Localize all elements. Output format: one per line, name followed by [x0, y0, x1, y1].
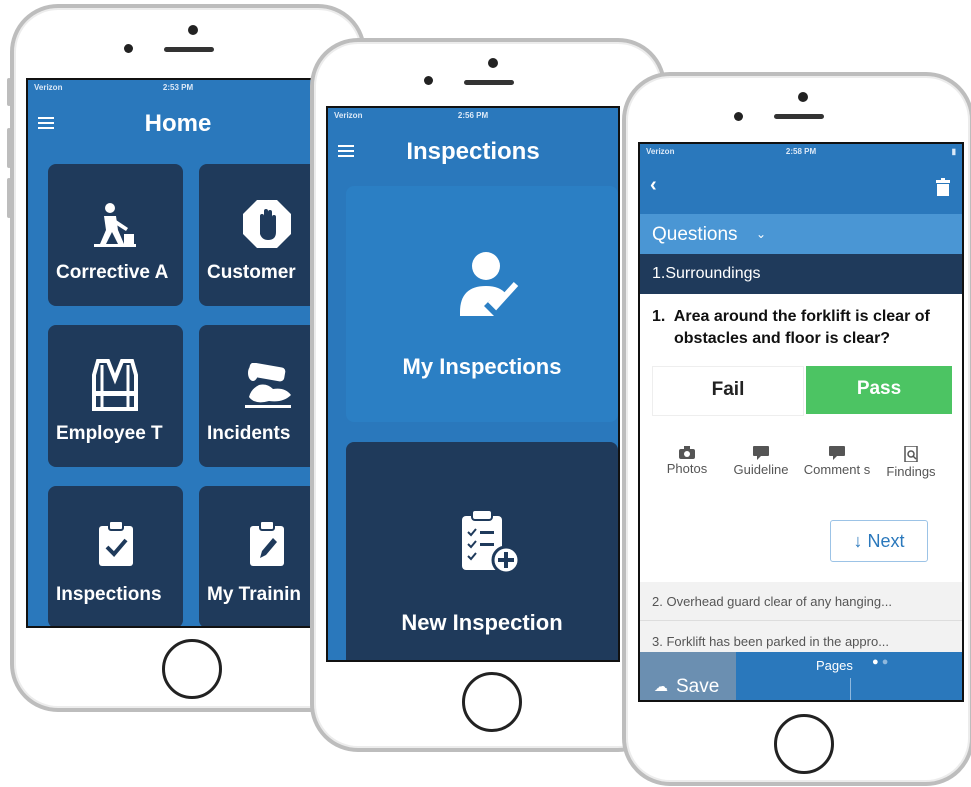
vest-icon	[92, 359, 138, 411]
bottom-bar: ☁ Save Pages ● ●	[640, 652, 962, 700]
save-button[interactable]: ☁ Save	[640, 652, 736, 700]
question-line-1: Area around the forklift is clear of	[673, 308, 930, 325]
back-icon[interactable]: ‹	[650, 174, 657, 197]
tool-label: Guideline	[733, 462, 789, 477]
section-header: 1.Surroundings	[640, 254, 962, 294]
pass-button[interactable]: Pass	[806, 366, 952, 414]
guideline-tool[interactable]: Guideline	[726, 446, 796, 478]
earpiece	[464, 80, 514, 85]
front-camera	[798, 92, 808, 102]
findings-icon	[904, 446, 918, 462]
question-text: 1. Area around the forklift is clear of …	[652, 306, 958, 350]
divider	[640, 620, 962, 621]
photos-tool[interactable]: Photos	[652, 446, 722, 477]
fail-button[interactable]: Fail	[652, 366, 804, 416]
earpiece	[164, 47, 214, 52]
status-bar: Verizon 2:56 PM	[328, 108, 618, 122]
question-line-2: obstacles and floor is clear?	[674, 330, 891, 347]
section-title: 1.Surroundings	[652, 265, 761, 282]
status-time: 2:58 PM	[785, 147, 817, 156]
trash-icon[interactable]	[936, 178, 950, 196]
earpiece	[774, 114, 824, 119]
home-button[interactable]	[162, 639, 222, 699]
page-title: Inspections	[406, 138, 540, 165]
inspections-screen: Verizon 2:56 PM Inspections My Inspectio…	[326, 106, 620, 662]
question-number: 1.	[652, 308, 666, 325]
tile-inspections[interactable]: Inspections	[48, 486, 183, 626]
front-camera	[488, 58, 498, 68]
cloud-upload-icon: ☁	[654, 678, 668, 694]
stop-hand-icon	[243, 200, 291, 248]
tool-label: Comment s	[803, 462, 871, 477]
side-button	[7, 178, 11, 218]
sensor	[424, 76, 433, 85]
home-button[interactable]	[462, 672, 522, 732]
tool-label: Photos	[666, 461, 708, 476]
tile-label: Inspections	[56, 584, 162, 605]
status-bar: Verizon 2:58 PM ▮	[640, 144, 962, 158]
page-dots: ● ●	[872, 656, 889, 668]
battery-icon: ▮	[951, 147, 956, 156]
list-item[interactable]: 2. Overhead guard clear of any hanging..…	[652, 594, 952, 609]
tile-label: New Inspection	[401, 610, 563, 635]
side-button	[7, 78, 11, 106]
status-time: 2:53 PM	[162, 83, 194, 92]
tool-label: Findings	[886, 464, 936, 479]
sensor	[124, 44, 133, 53]
questions-screen: Verizon 2:58 PM ▮ ‹ Questions ⌄ 1.Surrou…	[638, 142, 964, 702]
comments-tool[interactable]: Comment s	[802, 446, 872, 478]
tile-my-inspections[interactable]: My Inspections	[346, 186, 618, 422]
clipboard-check-icon	[99, 520, 133, 566]
spill-icon	[245, 363, 291, 408]
sensor	[734, 112, 743, 121]
clipboard-pen-icon	[250, 520, 284, 566]
list-item[interactable]: 3. Forklift has been parked in the appro…	[652, 634, 952, 649]
phone-questions: Verizon 2:58 PM ▮ ‹ Questions ⌄ 1.Surrou…	[622, 72, 971, 786]
findings-tool[interactable]: Findings	[876, 446, 946, 480]
tile-corrective[interactable]: Corrective A	[48, 164, 183, 306]
home-screen: Verizon 2:53 PM Home Corrective A Custom…	[26, 78, 330, 628]
user-check-icon	[460, 252, 519, 316]
tile-new-inspection[interactable]: New Inspection	[346, 442, 618, 660]
tile-label: My Inspections	[402, 354, 562, 379]
status-bar: Verizon 2:53 PM	[28, 80, 328, 94]
chevron-down-icon: ⌄	[756, 227, 767, 241]
camera-icon	[679, 446, 695, 459]
questions-dropdown[interactable]: Questions ⌄	[640, 214, 962, 254]
tile-label: Employee T	[56, 423, 163, 444]
side-button	[7, 128, 11, 168]
questions-label: Questions	[652, 224, 738, 245]
tile-employee[interactable]: Employee T	[48, 325, 183, 467]
comment-icon	[753, 446, 769, 460]
status-time: 2:56 PM	[457, 111, 489, 120]
front-camera	[188, 25, 198, 35]
save-label: Save	[676, 676, 720, 697]
comment-icon	[829, 446, 845, 460]
pages-label: Pages	[816, 658, 853, 673]
tile-label: Corrective A	[56, 262, 169, 283]
phone-inspections: Verizon 2:56 PM Inspections My Inspectio…	[310, 38, 666, 752]
clipboard-add-icon	[462, 509, 521, 575]
worker-icon	[94, 203, 136, 247]
home-button[interactable]	[774, 714, 834, 774]
page-title: Home	[144, 110, 212, 137]
next-button[interactable]: ↓ Next	[830, 520, 928, 562]
divider	[850, 678, 851, 700]
